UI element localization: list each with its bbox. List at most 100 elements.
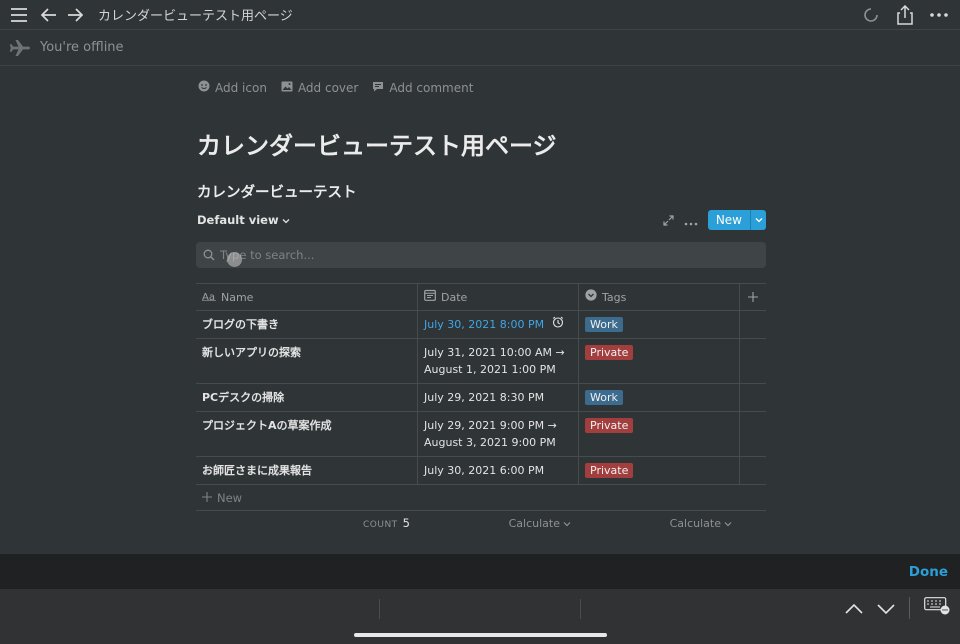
row-name[interactable]: プロジェクトAの草案作成 bbox=[196, 412, 418, 456]
table-row[interactable]: プロジェクトAの草案作成 July 29, 2021 9:00 PM → Aug… bbox=[196, 412, 766, 457]
row-name[interactable]: ブログの下書き bbox=[196, 311, 418, 338]
calculate-label: Calculate bbox=[669, 516, 721, 530]
chevron-down-icon[interactable] bbox=[877, 599, 895, 618]
database-table: Aa Name Date Tags ブログの下書き July 30, 2021 … bbox=[196, 283, 766, 535]
row-date[interactable]: July 29, 2021 9:00 PM → August 3, 2021 9… bbox=[418, 412, 579, 456]
row-tags[interactable]: Work bbox=[579, 311, 740, 338]
calendar-icon bbox=[424, 289, 436, 306]
row-tags[interactable]: Private bbox=[579, 412, 740, 456]
calculate-label: Calculate bbox=[508, 516, 560, 530]
row-date[interactable]: July 29, 2021 8:30 PM bbox=[418, 384, 579, 411]
share-icon[interactable] bbox=[892, 4, 918, 26]
row-spacer bbox=[740, 311, 766, 338]
tags-calculate-button[interactable]: Calculate bbox=[579, 517, 740, 530]
new-button-label[interactable]: New bbox=[707, 210, 750, 230]
home-indicator[interactable] bbox=[354, 633, 607, 637]
chevron-down-icon bbox=[282, 213, 290, 227]
add-icon-label: Add icon bbox=[215, 80, 267, 95]
new-dropdown-chevron-icon[interactable] bbox=[750, 210, 766, 230]
database-title[interactable]: カレンダービューテスト bbox=[197, 181, 357, 202]
keyboard-divider bbox=[909, 597, 910, 619]
comment-icon bbox=[372, 81, 384, 95]
column-header-tags[interactable]: Tags bbox=[579, 284, 740, 310]
date-calculate-button[interactable]: Calculate bbox=[418, 517, 579, 530]
table-row[interactable]: PCデスクの掃除 July 29, 2021 8:30 PM Work bbox=[196, 384, 766, 412]
row-spacer bbox=[740, 457, 766, 484]
table-row[interactable]: 新しいアプリの探索 July 31, 2021 10:00 AM → Augus… bbox=[196, 339, 766, 384]
back-arrow-icon[interactable] bbox=[36, 4, 62, 26]
new-record-button[interactable]: New bbox=[707, 210, 766, 230]
search-icon bbox=[203, 249, 215, 261]
tag-badge: Private bbox=[585, 345, 634, 360]
keyboard-dismiss-icon[interactable] bbox=[924, 597, 950, 619]
add-column-plus-icon[interactable] bbox=[740, 284, 766, 310]
row-tags[interactable]: Private bbox=[579, 457, 740, 484]
done-button[interactable]: Done bbox=[909, 564, 948, 580]
date-value: July 30, 2021 8:00 PM bbox=[424, 318, 545, 331]
view-toolbar: Default view New bbox=[196, 209, 766, 231]
smiley-icon bbox=[198, 80, 210, 95]
tag-badge: Work bbox=[585, 317, 623, 332]
table-row[interactable]: ブログの下書き July 30, 2021 8:00 PM Work bbox=[196, 311, 766, 339]
row-name[interactable]: お師匠さまに成果報告 bbox=[196, 457, 418, 484]
row-spacer bbox=[740, 412, 766, 456]
add-cover-button[interactable]: Add cover bbox=[281, 80, 358, 95]
column-date-label: Date bbox=[441, 290, 468, 304]
alarm-clock-icon bbox=[552, 316, 564, 331]
forward-arrow-icon[interactable] bbox=[62, 4, 88, 26]
table-header: Aa Name Date Tags bbox=[196, 284, 766, 311]
row-date[interactable]: July 30, 2021 6:00 PM bbox=[418, 457, 579, 484]
database-more-icon[interactable] bbox=[684, 211, 698, 230]
offline-text: You're offline bbox=[40, 40, 124, 55]
expand-icon[interactable] bbox=[663, 211, 674, 230]
table-row[interactable]: お師匠さまに成果報告 July 30, 2021 6:00 PM Private bbox=[196, 457, 766, 485]
tag-badge: Private bbox=[585, 418, 634, 433]
row-name[interactable]: 新しいアプリの探索 bbox=[196, 339, 418, 383]
tag-badge: Work bbox=[585, 390, 623, 405]
row-date[interactable]: July 31, 2021 10:00 AM → August 1, 2021 … bbox=[418, 339, 579, 383]
image-icon bbox=[281, 81, 293, 95]
calculation-row: COUNT 5 Calculate Calculate bbox=[196, 511, 766, 535]
count-value: 5 bbox=[402, 516, 410, 530]
column-header-date[interactable]: Date bbox=[418, 284, 579, 310]
add-comment-label: Add comment bbox=[389, 80, 474, 95]
page-title[interactable]: カレンダービューテスト用ページ bbox=[197, 126, 557, 161]
touch-indicator bbox=[227, 252, 242, 267]
top-bar: カレンダービューテスト用ページ bbox=[0, 0, 960, 30]
search-bar[interactable]: Type to search... bbox=[196, 242, 766, 268]
date-end: August 1, 2021 1:00 PM bbox=[424, 363, 556, 376]
airplane-icon bbox=[8, 37, 32, 59]
menu-icon[interactable] bbox=[6, 4, 32, 26]
date-value: July 29, 2021 8:30 PM bbox=[424, 391, 545, 404]
offline-banner: You're offline bbox=[0, 30, 960, 66]
column-tags-label: Tags bbox=[602, 290, 627, 304]
divider bbox=[379, 599, 380, 619]
view-selector[interactable]: Default view bbox=[197, 213, 290, 227]
page-actions: Add icon Add cover Add comment bbox=[198, 80, 473, 95]
add-icon-button[interactable]: Add icon bbox=[198, 80, 267, 95]
column-name-label: Name bbox=[221, 290, 254, 304]
date-start: July 31, 2021 10:00 AM → bbox=[424, 346, 565, 359]
window-title: カレンダービューテスト用ページ bbox=[98, 9, 293, 24]
row-name[interactable]: PCデスクの掃除 bbox=[196, 384, 418, 411]
add-row-button[interactable]: New bbox=[196, 485, 766, 511]
row-date[interactable]: July 30, 2021 8:00 PM bbox=[418, 311, 579, 338]
add-cover-label: Add cover bbox=[297, 80, 359, 95]
chevron-down-icon bbox=[724, 517, 732, 530]
date-start: July 29, 2021 9:00 PM → bbox=[424, 419, 557, 432]
add-comment-button[interactable]: Add comment bbox=[372, 80, 473, 95]
more-options-icon[interactable] bbox=[926, 4, 952, 26]
multi-select-icon bbox=[585, 288, 597, 306]
count-calculation[interactable]: COUNT 5 bbox=[196, 516, 418, 530]
tag-badge: Private bbox=[585, 463, 634, 478]
row-tags[interactable]: Work bbox=[579, 384, 740, 411]
divider bbox=[580, 599, 581, 619]
date-end: August 3, 2021 9:00 PM bbox=[424, 436, 556, 449]
loading-spinner-icon bbox=[858, 4, 884, 26]
chevron-up-icon[interactable] bbox=[845, 599, 863, 618]
column-header-name[interactable]: Aa Name bbox=[196, 284, 418, 310]
row-tags[interactable]: Private bbox=[579, 339, 740, 383]
text-property-icon: Aa bbox=[202, 289, 216, 306]
row-spacer bbox=[740, 339, 766, 383]
svg-text:Aa: Aa bbox=[202, 292, 215, 301]
